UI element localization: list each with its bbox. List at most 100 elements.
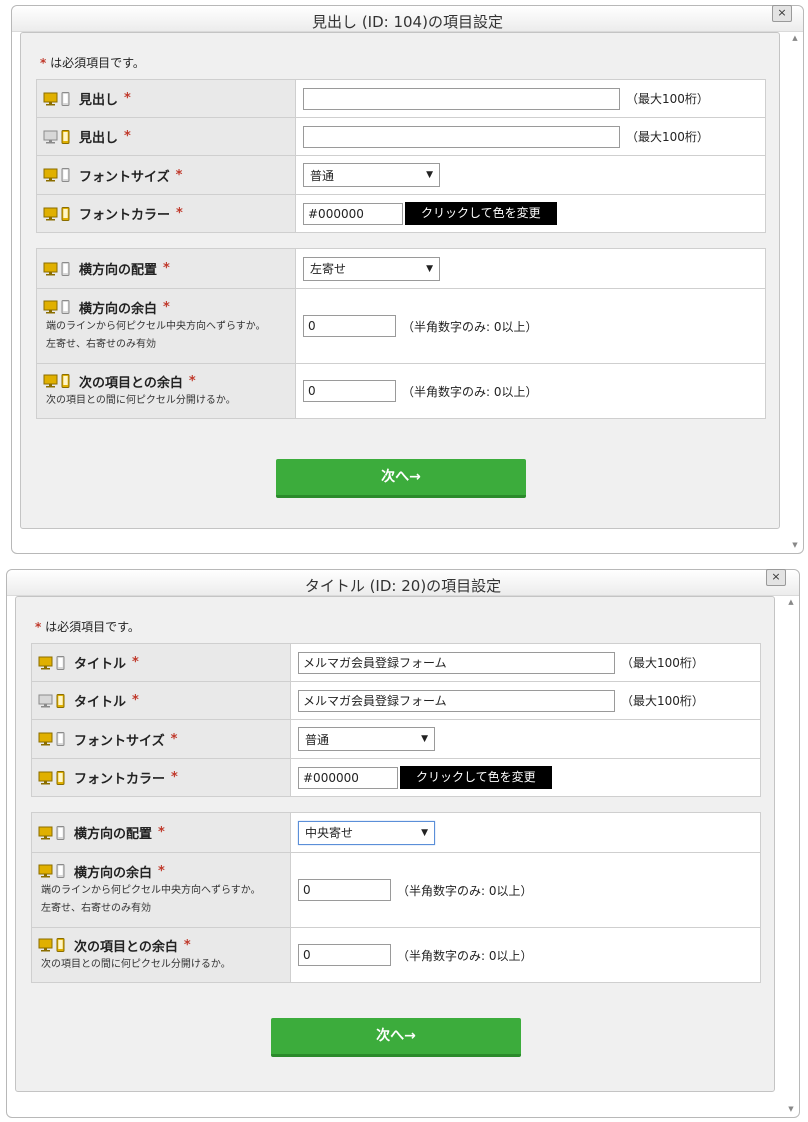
field-label-cell: フォントカラー * xyxy=(36,194,296,233)
required-note: * は必須項目です。 xyxy=(40,54,145,71)
required-note-text: は必須項目です。 xyxy=(50,56,145,70)
next-spacing-label: 次の項目との余白 xyxy=(79,375,183,391)
field-value-cell: （半角数字のみ: 0以上） xyxy=(290,927,761,983)
next-spacing-input[interactable] xyxy=(298,944,391,966)
heading-sp-input[interactable] xyxy=(303,125,620,148)
font-color-input[interactable] xyxy=(298,766,398,789)
horizontal-margin-input[interactable] xyxy=(303,315,396,337)
next-spacing-input[interactable] xyxy=(303,380,396,402)
title-label: タイトル xyxy=(74,657,127,672)
field-value-cell: 左寄せ ▼ xyxy=(295,248,766,289)
dialog-titlebar: タイトル (ID: 20)の項目設定 xyxy=(7,570,799,596)
heading-label: 見出し xyxy=(79,131,119,146)
dialog-title: 見出し (ID: 104)の項目設定 xyxy=(312,13,503,31)
required-mark: * xyxy=(170,731,178,747)
numeric-note: （半角数字のみ: 0以上） xyxy=(397,948,533,963)
layout-settings-table: 横方向の配置 * 左寄せ ▼ 横方向の余白 * 端のラインから何ピクセル中央方向… xyxy=(36,248,766,419)
next-spacing-hint: 次の項目との間に何ピクセル分開けるか。 xyxy=(46,394,236,406)
table-row: フォントサイズ * 普通 ▼ xyxy=(31,719,761,759)
pc-sp-device-icon xyxy=(43,374,73,388)
font-color-input[interactable] xyxy=(303,202,403,225)
font-size-select[interactable]: 普通 ▼ xyxy=(303,163,440,187)
scroll-up-arrow-icon[interactable]: ▲ xyxy=(789,34,801,42)
pc-sp-device-icon xyxy=(38,732,68,746)
pc-sp-device-icon xyxy=(38,770,68,785)
table-row: 横方向の配置 * 左寄せ ▼ xyxy=(36,248,766,289)
field-label-cell: 横方向の余白 * 端のラインから何ピクセル中央方向へずらすか。 左寄せ、右寄せの… xyxy=(31,852,291,928)
scrollbar[interactable]: ▲ ▼ xyxy=(789,34,801,549)
pc-sp-device-icon xyxy=(38,825,68,840)
font-size-selected: 普通 xyxy=(310,168,335,183)
alignment-label: 横方向の配置 xyxy=(74,827,153,842)
horizontal-margin-hint-2: 左寄せ、右寄せのみ有効 xyxy=(41,902,151,914)
next-button[interactable]: 次へ→ xyxy=(271,1018,521,1057)
required-mark: * xyxy=(132,655,139,670)
horizontal-margin-hint-2: 左寄せ、右寄せのみ有効 xyxy=(46,338,156,350)
numeric-note: （半角数字のみ: 0以上） xyxy=(402,384,538,399)
numeric-note: （半角数字のみ: 0以上） xyxy=(397,883,533,898)
scroll-down-arrow-icon[interactable]: ▼ xyxy=(785,1105,797,1113)
alignment-select[interactable]: 中央寄せ ▼ xyxy=(298,820,435,845)
field-label-cell: 横方向の余白 * 端のラインから何ピクセル中央方向へずらすか。 左寄せ、右寄せの… xyxy=(36,288,296,364)
max-length-note: （最大100桁） xyxy=(626,130,709,144)
settings-panel: * は必須項目です。 見出し * （最大100桁） 見出し * （最大100桁）… xyxy=(20,32,780,529)
required-mark: * xyxy=(171,770,178,785)
numeric-note: （半角数字のみ: 0以上） xyxy=(402,319,538,334)
field-value-cell: （最大100桁） xyxy=(295,117,766,156)
title-sp-input[interactable] xyxy=(298,689,615,712)
chevron-down-icon: ▼ xyxy=(426,170,433,180)
alignment-selected: 中央寄せ xyxy=(305,826,354,840)
close-button[interactable]: × xyxy=(772,5,792,22)
field-value-cell: （最大100桁） xyxy=(290,681,761,720)
font-size-select[interactable]: 普通 ▼ xyxy=(298,727,435,751)
field-value-cell: 普通 ▼ xyxy=(290,719,761,759)
field-value-cell: 中央寄せ ▼ xyxy=(290,812,761,853)
scroll-up-arrow-icon[interactable]: ▲ xyxy=(785,598,797,606)
title-pc-input[interactable] xyxy=(298,651,615,674)
field-label-cell: タイトル * xyxy=(31,681,291,720)
field-label-cell: 横方向の配置 * xyxy=(36,248,296,289)
next-button[interactable]: 次へ→ xyxy=(276,459,526,498)
field-label-cell: 次の項目との余白 * 次の項目との間に何ピクセル分開けるか。 xyxy=(31,927,291,983)
text-settings-table: 見出し * （最大100桁） 見出し * （最大100桁） フォントサイズ * … xyxy=(36,79,766,233)
font-color-label: フォントカラー xyxy=(79,208,171,223)
chevron-down-icon: ▼ xyxy=(426,263,433,274)
horizontal-margin-input[interactable] xyxy=(298,879,391,901)
required-mark: * xyxy=(183,937,191,953)
color-picker-button[interactable]: クリックして色を変更 xyxy=(405,202,557,225)
title-settings-dialog: タイトル (ID: 20)の項目設定 × ▲ ▼ * は必須項目です。 タイトル… xyxy=(6,569,800,1118)
field-label-cell: フォントサイズ * xyxy=(31,719,291,759)
dialog-titlebar: 見出し (ID: 104)の項目設定 xyxy=(12,6,803,32)
field-value-cell: 普通 ▼ xyxy=(295,155,766,195)
max-length-note: （最大100桁） xyxy=(621,694,704,708)
alignment-label: 横方向の配置 xyxy=(79,263,158,278)
required-mark: * xyxy=(158,825,165,840)
scrollbar[interactable]: ▲ ▼ xyxy=(785,598,797,1113)
next-spacing-label: 次の項目との余白 xyxy=(74,939,178,955)
scroll-down-arrow-icon[interactable]: ▼ xyxy=(789,541,801,549)
table-row: フォントカラー * クリックして色を変更 xyxy=(36,194,766,233)
field-value-cell: （最大100桁） xyxy=(290,643,761,682)
required-mark: * xyxy=(40,56,47,70)
required-note: * は必須項目です。 xyxy=(35,618,140,635)
table-row: タイトル * （最大100桁） xyxy=(31,681,761,720)
chevron-down-icon: ▼ xyxy=(421,734,428,744)
field-label-cell: 横方向の配置 * xyxy=(31,812,291,853)
alignment-select[interactable]: 左寄せ ▼ xyxy=(303,256,440,281)
table-row: 横方向の配置 * 中央寄せ ▼ xyxy=(31,812,761,853)
table-row: 横方向の余白 * 端のラインから何ピクセル中央方向へずらすか。 左寄せ、右寄せの… xyxy=(31,852,761,928)
layout-settings-table: 横方向の配置 * 中央寄せ ▼ 横方向の余白 * 端のラインから何ピクセル中央方… xyxy=(31,812,761,983)
dialog-title: タイトル (ID: 20)の項目設定 xyxy=(304,577,502,595)
field-label-cell: 次の項目との余白 * 次の項目との間に何ピクセル分開けるか。 xyxy=(36,363,296,419)
heading-settings-dialog: 見出し (ID: 104)の項目設定 × ▲ ▼ * は必須項目です。 見出し … xyxy=(11,5,804,554)
required-mark: * xyxy=(132,693,139,708)
heading-pc-input[interactable] xyxy=(303,87,620,110)
close-button[interactable]: × xyxy=(766,569,786,586)
field-label-cell: タイトル * xyxy=(31,643,291,682)
required-mark: * xyxy=(124,91,131,106)
color-picker-button[interactable]: クリックして色を変更 xyxy=(400,766,552,789)
table-row: フォントサイズ * 普通 ▼ xyxy=(36,155,766,195)
required-mark: * xyxy=(163,299,170,315)
table-row: タイトル * （最大100桁） xyxy=(31,643,761,682)
required-mark: * xyxy=(163,261,170,276)
